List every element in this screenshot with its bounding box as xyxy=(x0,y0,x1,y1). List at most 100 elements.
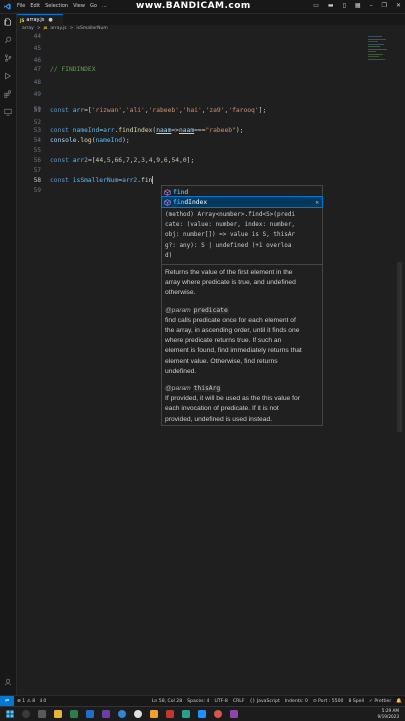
line-number: 44 xyxy=(33,33,41,40)
remote-icon[interactable] xyxy=(4,108,12,116)
param-thisarg-text: If provided, it will be used as the this… xyxy=(165,395,300,423)
js-file-icon: JS xyxy=(43,26,48,30)
line-number: 53 xyxy=(33,126,41,134)
app-icon[interactable] xyxy=(166,710,174,718)
file-explorer-icon[interactable] xyxy=(54,710,62,718)
title-bar: File Edit Selection View Go … www.BANDIC… xyxy=(0,0,405,14)
js-file-icon: JS xyxy=(20,17,25,23)
code-line: 44 xyxy=(17,32,389,42)
search-taskbar-icon[interactable] xyxy=(22,710,30,718)
line-number: 54 xyxy=(33,136,41,144)
app-icon[interactable] xyxy=(86,710,94,718)
restore-icon[interactable]: ❐ xyxy=(382,2,387,9)
vscode-taskbar-icon[interactable] xyxy=(198,710,206,718)
breadcrumb-folder[interactable]: array xyxy=(22,26,34,31)
current-code-line: 58 const isSmallerNum=arr2.fin xyxy=(17,175,389,186)
suggestion-find[interactable]: fin d xyxy=(162,187,322,197)
secondary-sidebar-icon[interactable]: ▯ xyxy=(343,2,346,9)
param-predicate-text: find calls predicate once for each eleme… xyxy=(165,316,302,375)
suggestion-details: (method) Array<number>.find<S>(predi cate… xyxy=(161,208,323,426)
menu-edit[interactable]: Edit xyxy=(30,3,40,9)
code-line: 49 xyxy=(17,90,389,100)
param-predicate-header: @param predicate xyxy=(165,306,229,314)
code-line: 55 xyxy=(17,146,389,156)
line-number: 56 xyxy=(33,156,41,164)
line-number: 47 xyxy=(33,66,41,73)
tab-array-js[interactable]: JS array.js ● xyxy=(17,14,63,25)
code-line: 53 const nameInd=arr.findIndex(naam=>naa… xyxy=(17,126,389,136)
app-icon[interactable] xyxy=(182,710,190,718)
windows-start-icon[interactable] xyxy=(6,710,14,718)
run-debug-icon[interactable] xyxy=(4,72,12,80)
minimize-icon[interactable]: – xyxy=(370,2,373,9)
autocomplete-suggestions: fin d fin dIndex ✕ xyxy=(161,185,323,208)
menu-file[interactable]: File xyxy=(17,3,25,9)
app-icon[interactable] xyxy=(150,710,158,718)
method-cube-icon xyxy=(164,198,171,206)
extensions-icon[interactable] xyxy=(4,90,12,98)
customize-layout-icon[interactable]: ▦ xyxy=(355,2,361,9)
line-number: 49 xyxy=(33,90,41,98)
line-number: 58 xyxy=(33,176,41,184)
close-window-icon[interactable]: ✕ xyxy=(396,2,401,9)
menu-more[interactable]: … xyxy=(102,3,107,9)
menu-selection[interactable]: Selection xyxy=(45,3,68,9)
breadcrumb-separator: > xyxy=(69,26,74,31)
line-number: 55 xyxy=(33,146,41,154)
unsaved-dot-icon[interactable]: ● xyxy=(48,17,52,23)
editor-tabs: JS array.js ● xyxy=(17,14,405,25)
line-number: 48 xyxy=(33,78,41,86)
explorer-icon[interactable] xyxy=(4,18,12,26)
task-view-icon[interactable] xyxy=(38,710,46,718)
code-line: 47 // FINDINDEX xyxy=(17,65,389,75)
issmallernum-declaration: const isSmallerNum=arr2.fin xyxy=(50,175,154,184)
menu-bar: File Edit Selection View Go … xyxy=(17,3,107,9)
breadcrumb-symbol[interactable]: isSmallerNum xyxy=(76,26,107,31)
divider xyxy=(162,264,322,266)
edge-browser-icon[interactable] xyxy=(118,710,126,718)
menu-go[interactable]: Go xyxy=(90,3,97,9)
method-signature: (method) Array<number>.find<S>(predi cate… xyxy=(165,211,296,259)
code-line: 48 xyxy=(17,78,389,88)
windows-taskbar: 5:29 AM 9/19/2023 xyxy=(0,706,405,721)
app-icon[interactable] xyxy=(230,710,238,718)
method-description: Returns the value of the first element i… xyxy=(165,269,296,297)
code-line: 57 xyxy=(17,166,389,176)
comment-findindex: // FINDINDEX xyxy=(50,66,96,73)
bandicam-icon[interactable] xyxy=(214,710,222,718)
minimap[interactable] xyxy=(368,36,390,76)
arr2-declaration: const arr2=[44,5,66,7,2,3,4,9,6,54,0]; xyxy=(50,156,195,164)
source-control-icon[interactable] xyxy=(4,54,12,62)
line-number: 57 xyxy=(33,166,41,174)
app-icon[interactable] xyxy=(102,710,110,718)
activity-bar xyxy=(0,14,17,704)
account-icon[interactable] xyxy=(4,678,12,686)
code-line: 51 const arr=['rizwan','ali','rabeeb','h… xyxy=(17,106,389,116)
suggestion-findindex[interactable]: fin dIndex ✕ xyxy=(161,196,323,208)
code-line: 56 const arr2=[44,5,66,7,2,3,4,9,6,54,0]… xyxy=(17,156,389,166)
window-controls: ▭ ▬ ▯ ▦ – ❐ ✕ xyxy=(313,2,401,9)
panel-toggle-icon[interactable]: ▬ xyxy=(328,2,334,9)
console-log-line: console.log(nameInd); xyxy=(50,136,130,144)
close-details-icon[interactable]: ✕ xyxy=(315,199,319,206)
param-thisarg-header: @param thisArg xyxy=(165,385,222,393)
recording-watermark: www.BANDICAM.com xyxy=(136,1,251,11)
arr-declaration: const arr=['rizwan','ali','rabeeb','hai'… xyxy=(50,106,267,114)
chrome-browser-icon[interactable] xyxy=(134,710,142,718)
method-cube-icon xyxy=(164,188,171,196)
clock[interactable]: 5:29 AM 9/19/2023 xyxy=(378,708,399,719)
breadcrumb-file[interactable]: array.js xyxy=(50,26,66,31)
layout-toggle-icon[interactable]: ▭ xyxy=(313,2,319,9)
search-icon[interactable] xyxy=(4,36,12,44)
vertical-scrollbar[interactable] xyxy=(397,262,402,432)
line-number: 51 xyxy=(33,106,41,114)
breadcrumb: array > JS array.js > isSmallerNum xyxy=(22,26,108,31)
line-number: 59 xyxy=(33,186,41,194)
app-icon[interactable] xyxy=(70,710,78,718)
vscode-logo-icon xyxy=(4,3,11,10)
code-line: 54 console.log(nameInd); xyxy=(17,136,389,146)
text-cursor xyxy=(152,175,154,184)
nameind-declaration: const nameInd=arr.findIndex(naam=>naam==… xyxy=(50,126,244,134)
code-line: 45 xyxy=(17,44,389,54)
menu-view[interactable]: View xyxy=(73,3,85,9)
